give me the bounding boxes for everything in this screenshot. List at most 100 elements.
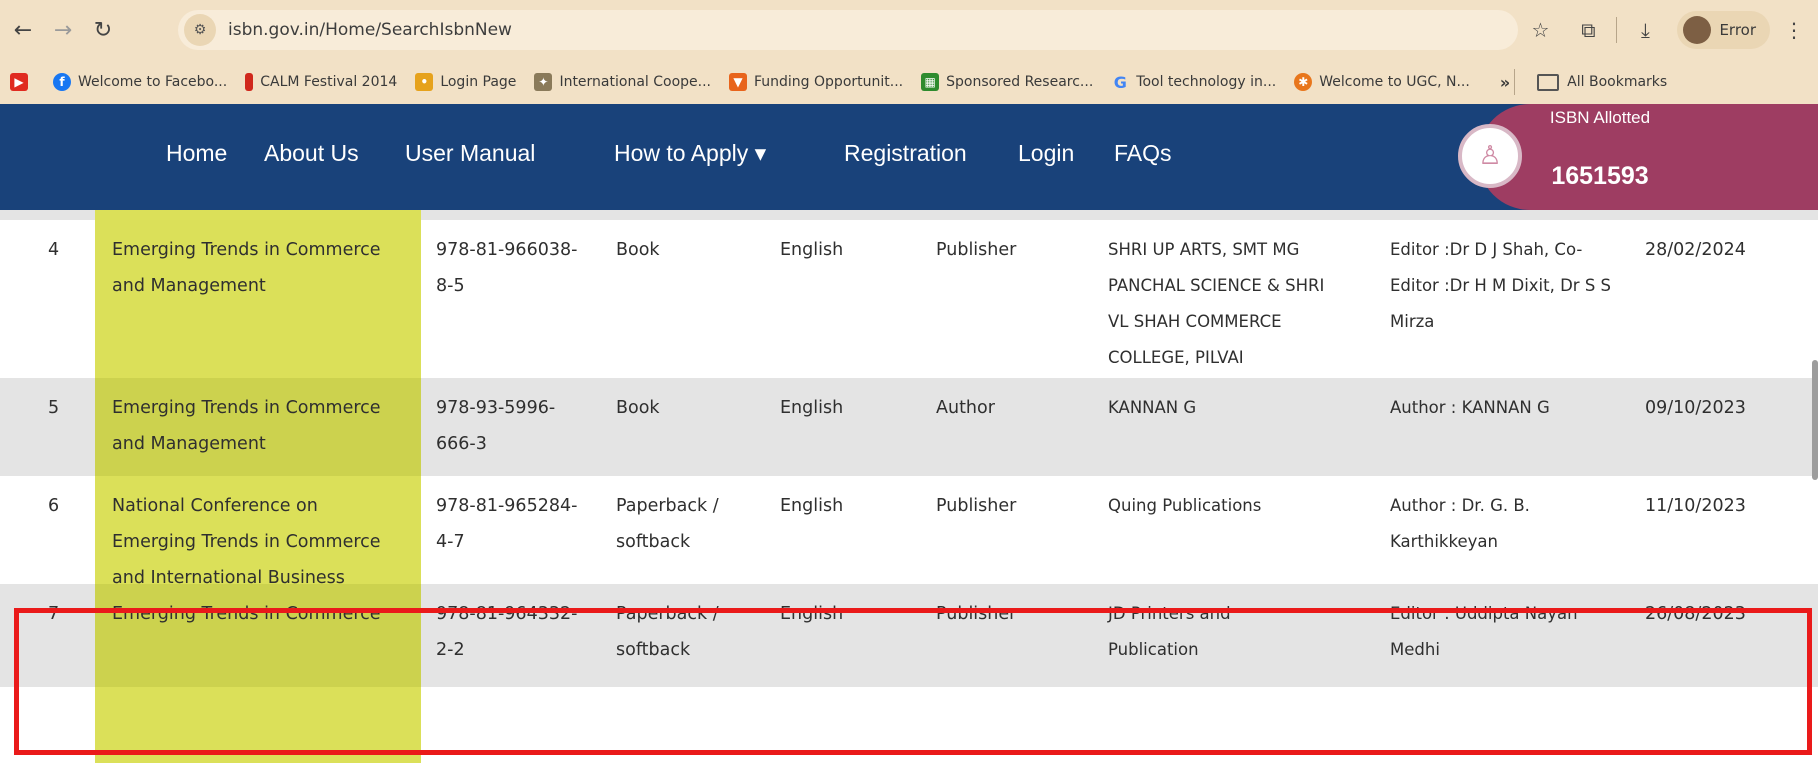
toolbar-divider: [1616, 17, 1618, 43]
bookmarks-bar: ▶ f Welcome to Facebo... CALM Festival 2…: [0, 60, 1818, 104]
star-icon[interactable]: ☆: [1523, 13, 1557, 47]
product-form: Book: [616, 240, 660, 260]
more-bookmarks-button[interactable]: »: [1500, 73, 1510, 92]
folder-icon: [1537, 73, 1560, 91]
profile-button[interactable]: Error: [1677, 11, 1770, 49]
book-title: Emerging Trends in Commerce and Manageme…: [112, 240, 381, 296]
author-details: Editor : Uddipta Nayan Medhi: [1390, 604, 1578, 659]
applicant-type: Publisher: [936, 240, 1017, 260]
nav-about-us[interactable]: About Us: [264, 140, 359, 167]
table-row: 4 Emerging Trends in Commerce and Manage…: [0, 220, 1818, 378]
publisher-name: JD Printers and Publication: [1108, 604, 1231, 659]
back-arrow-icon[interactable]: ←: [6, 13, 40, 47]
shield-icon: ▼: [729, 73, 747, 91]
avatar: [1683, 16, 1712, 44]
user-avatar[interactable]: ♙: [1458, 124, 1522, 188]
isbn-number: 978-81-966038- 8-5: [436, 240, 578, 296]
sponsored-icon: ▦: [921, 73, 940, 91]
product-form: Paperback / softback: [616, 604, 719, 660]
youtube-icon: ▶: [10, 73, 28, 91]
bookmarks-divider: [1514, 69, 1516, 95]
isbn-allotted-title: ISBN Allotted: [1549, 108, 1651, 127]
nav-home[interactable]: Home: [166, 140, 227, 167]
table-row: 6 National Conference on Emerging Trends…: [0, 476, 1818, 584]
bookmark-calm-festival[interactable]: CALM Festival 2014: [245, 73, 397, 91]
kebab-menu-icon[interactable]: ⋮: [1777, 13, 1811, 47]
nav-faqs[interactable]: FAQs: [1114, 140, 1172, 167]
isbn-number: 978-81-965284- 4-7: [436, 496, 578, 552]
bookmark-label: CALM Festival 2014: [260, 74, 398, 90]
author-details: Author : KANNAN G: [1390, 398, 1550, 417]
applicant-type: Publisher: [936, 604, 1017, 624]
book-title: Emerging Trends in Commerce: [112, 604, 381, 624]
login-page-icon: •: [415, 73, 434, 91]
calm-icon: [245, 73, 254, 91]
product-form: Book: [616, 398, 660, 418]
publication-date: 28/02/2024: [1645, 240, 1746, 260]
bookmark-sponsored-research[interactable]: ▦ Sponsored Researc...: [921, 73, 1093, 91]
puzzle-icon[interactable]: ⧉: [1571, 13, 1605, 47]
table-row: 7 Emerging Trends in Commerce 978-81-964…: [0, 584, 1818, 687]
url-text[interactable]: isbn.gov.in/Home/SearchIsbnNew: [228, 20, 512, 40]
bookmark-facebook[interactable]: f Welcome to Facebo...: [53, 73, 227, 91]
forward-arrow-icon[interactable]: →: [46, 13, 80, 47]
product-form: Paperback / softback: [616, 496, 719, 552]
nav-user-manual[interactable]: User Manual: [405, 140, 535, 167]
applicant-type: Author: [936, 398, 995, 418]
bookmark-label: Funding Opportunit...: [754, 74, 904, 90]
row-number: 4: [48, 240, 60, 260]
isbn-results-table: 4 Emerging Trends in Commerce and Manage…: [0, 210, 1818, 763]
language: English: [780, 398, 844, 418]
nav-login[interactable]: Login: [1018, 140, 1074, 167]
bookmark-label: International Coope...: [559, 74, 711, 90]
book-title: Emerging Trends in Commerce and Manageme…: [112, 398, 381, 454]
bookmark-youtube[interactable]: ▶: [10, 73, 35, 91]
emblem-icon: ✦: [534, 73, 553, 91]
row-number: 5: [48, 398, 60, 418]
language: English: [780, 496, 844, 516]
applicant-type: Publisher: [936, 496, 1017, 516]
nav-how-to-apply[interactable]: How to Apply ▾: [614, 140, 766, 167]
all-bookmarks-button[interactable]: All Bookmarks: [1537, 73, 1668, 91]
site-info-icon[interactable]: ⚙: [184, 14, 216, 46]
bookmark-login-page[interactable]: • Login Page: [415, 73, 516, 91]
publication-date: 11/10/2023: [1645, 496, 1746, 516]
language: English: [780, 240, 844, 260]
author-details: Editor :Dr D J Shah, Co- Editor :Dr H M …: [1390, 240, 1612, 331]
bookmark-international-coope[interactable]: ✦ International Coope...: [534, 73, 711, 91]
publication-date: 26/08/2023: [1645, 604, 1746, 624]
google-icon: G: [1113, 72, 1127, 92]
bookmark-label: Welcome to Facebo...: [78, 74, 228, 90]
language: English: [780, 604, 844, 624]
bookmark-label: Welcome to UGC, N...: [1319, 74, 1470, 90]
isbn-allotted-count: 1651593: [1551, 162, 1649, 190]
row-number: 7: [48, 604, 60, 624]
publisher-name: Quing Publications: [1108, 496, 1262, 515]
bookmark-label: Sponsored Researc...: [946, 74, 1094, 90]
scrollbar-thumb[interactable]: [1812, 360, 1818, 480]
publisher-name: SHRI UP ARTS, SMT MG PANCHAL SCIENCE & S…: [1108, 240, 1325, 367]
download-icon[interactable]: ⤓: [1628, 13, 1662, 47]
bookmark-funding-opportunit[interactable]: ▼ Funding Opportunit...: [729, 73, 903, 91]
browser-toolbar: ← → ↻ ⚙ isbn.gov.in/Home/SearchIsbnNew ☆…: [0, 0, 1818, 60]
all-bookmarks-label: All Bookmarks: [1567, 74, 1668, 90]
person-icon: ♙: [1478, 141, 1502, 171]
address-bar[interactable]: ⚙ isbn.gov.in/Home/SearchIsbnNew: [178, 10, 1518, 50]
isbn-number: 978-81-964332- 2-2: [436, 604, 578, 660]
bookmark-label: Login Page: [440, 74, 517, 90]
table-row: 5 Emerging Trends in Commerce and Manage…: [0, 378, 1818, 476]
facebook-icon: f: [53, 73, 71, 91]
bookmark-tool-technology[interactable]: G Tool technology in...: [1111, 72, 1277, 92]
reload-icon[interactable]: ↻: [86, 13, 120, 47]
bookmark-label: Tool technology in...: [1136, 74, 1277, 90]
bookmark-ugc[interactable]: ✱ Welcome to UGC, N...: [1294, 73, 1470, 91]
publication-date: 09/10/2023: [1645, 398, 1746, 418]
row-number: 6: [48, 496, 60, 516]
nav-registration[interactable]: Registration: [844, 140, 967, 167]
book-title: National Conference on Emerging Trends i…: [112, 496, 381, 584]
toolbar-right: ☆ ⧉ ⤓ Error ⋮: [1516, 0, 1818, 60]
ugc-icon: ✱: [1294, 73, 1313, 91]
isbn-number: 978-93-5996- 666-3: [436, 398, 556, 454]
publisher-name: KANNAN G: [1108, 398, 1197, 417]
profile-label: Error: [1719, 21, 1756, 39]
